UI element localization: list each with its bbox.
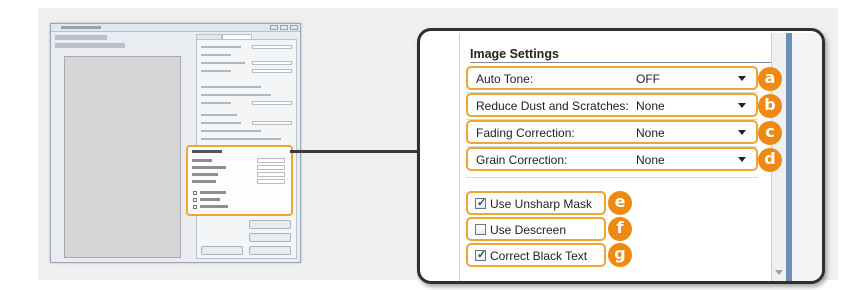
preview-area: [64, 56, 181, 258]
thumb-row: [200, 191, 226, 194]
thumb-field: [252, 121, 292, 125]
thumb-row: [192, 159, 212, 162]
thumb-line: [201, 86, 261, 88]
thumb-line: [201, 62, 245, 64]
badge-g: g: [608, 243, 632, 267]
badge-d: d: [758, 148, 782, 172]
callout-connector-line: [290, 150, 420, 153]
image-settings-highlight: [186, 145, 293, 216]
thumb-row: [192, 173, 218, 176]
thumb-line: [201, 54, 231, 56]
grain-correction-value: None: [636, 153, 665, 167]
app-window-thumbnail: [50, 23, 301, 263]
thumb-checkbox: [193, 205, 197, 209]
thumb-field: [252, 101, 292, 105]
section-title: Image Settings: [470, 47, 559, 61]
descreen-checkbox[interactable]: [475, 224, 486, 235]
chevron-down-icon: [738, 103, 746, 108]
checkmark-icon: ✓: [477, 249, 487, 261]
thumbnail-toolbar: [55, 35, 107, 40]
thumb-row: [192, 166, 226, 169]
thumb-dropdown: [257, 165, 285, 170]
grain-correction-dropdown[interactable]: None: [630, 150, 752, 168]
chevron-down-icon: [738, 130, 746, 135]
unsharp-mask-row[interactable]: ✓ Use Unsharp Mask: [466, 191, 606, 215]
badge-a: a: [758, 67, 782, 91]
thumb-line: [201, 122, 241, 124]
reduce-dust-value: None: [636, 99, 665, 113]
descreen-row[interactable]: Use Descreen: [466, 217, 606, 241]
unsharp-mask-checkbox[interactable]: ✓: [475, 197, 487, 209]
auto-tone-label: Auto Tone:: [476, 72, 534, 86]
badge-e: e: [608, 191, 632, 215]
thumb-section-title: [192, 150, 222, 153]
window-frame-outside: [792, 33, 822, 281]
thumb-line: [201, 70, 231, 72]
close-icon: [290, 25, 298, 30]
thumb-button: [249, 220, 291, 229]
thumb-button: [249, 246, 291, 255]
thumbnail-toolbar-2: [55, 43, 125, 48]
thumb-line: [201, 138, 281, 140]
image-settings-callout: Image Settings Auto Tone: OFF Reduce Dus…: [417, 28, 825, 284]
correct-black-text-row[interactable]: ✓ Correct Black Text: [466, 243, 606, 267]
thumb-row: [200, 198, 220, 201]
thumb-line: [201, 114, 237, 116]
row-separator: [466, 177, 758, 178]
thumbnail-title-placeholder: [61, 26, 101, 29]
auto-tone-value: OFF: [636, 72, 660, 86]
thumb-field: [252, 69, 292, 73]
auto-tone-row: Auto Tone: OFF: [466, 66, 758, 90]
thumb-dropdown: [257, 158, 285, 163]
scroll-down-arrow-icon[interactable]: [775, 270, 783, 275]
badge-f: f: [608, 217, 632, 241]
thumb-field: [252, 61, 292, 65]
grain-correction-label: Grain Correction:: [476, 153, 568, 167]
thumb-line: [201, 130, 261, 132]
thumb-line: [201, 94, 271, 96]
correct-black-text-label: Correct Black Text: [490, 249, 588, 263]
maximize-icon: [280, 25, 288, 30]
badge-c: c: [758, 121, 782, 145]
badge-b: b: [758, 94, 782, 118]
thumb-checkbox: [193, 191, 197, 195]
fading-correction-label: Fading Correction:: [476, 126, 575, 140]
grain-correction-row: Grain Correction: None: [466, 147, 758, 171]
reduce-dust-row: Reduce Dust and Scratches: None: [466, 93, 758, 117]
thumb-row: [200, 205, 228, 208]
chevron-down-icon: [738, 76, 746, 81]
thumb-dropdown: [257, 179, 285, 184]
correct-black-text-checkbox[interactable]: ✓: [475, 249, 487, 261]
thumb-line: [201, 102, 231, 104]
reduce-dust-label: Reduce Dust and Scratches:: [476, 99, 629, 113]
thumb-field: [252, 45, 292, 49]
chevron-down-icon: [738, 157, 746, 162]
thumb-row: [192, 180, 216, 183]
thumb-button: [249, 233, 291, 242]
thumbnail-titlebar: [51, 24, 300, 32]
checkmark-icon: ✓: [477, 197, 487, 209]
reduce-dust-dropdown[interactable]: None: [630, 96, 752, 114]
section-divider: [470, 62, 771, 63]
auto-tone-dropdown[interactable]: OFF: [630, 69, 752, 87]
thumb-line: [201, 46, 241, 48]
fading-correction-dropdown[interactable]: None: [630, 123, 752, 141]
thumb-button: [201, 246, 243, 255]
minimize-icon: [270, 25, 278, 30]
thumb-dropdown: [257, 172, 285, 177]
unsharp-mask-label: Use Unsharp Mask: [490, 197, 593, 211]
thumb-checkbox: [193, 198, 197, 202]
fading-correction-value: None: [636, 126, 665, 140]
descreen-label: Use Descreen: [490, 223, 567, 237]
fading-correction-row: Fading Correction: None: [466, 120, 758, 144]
